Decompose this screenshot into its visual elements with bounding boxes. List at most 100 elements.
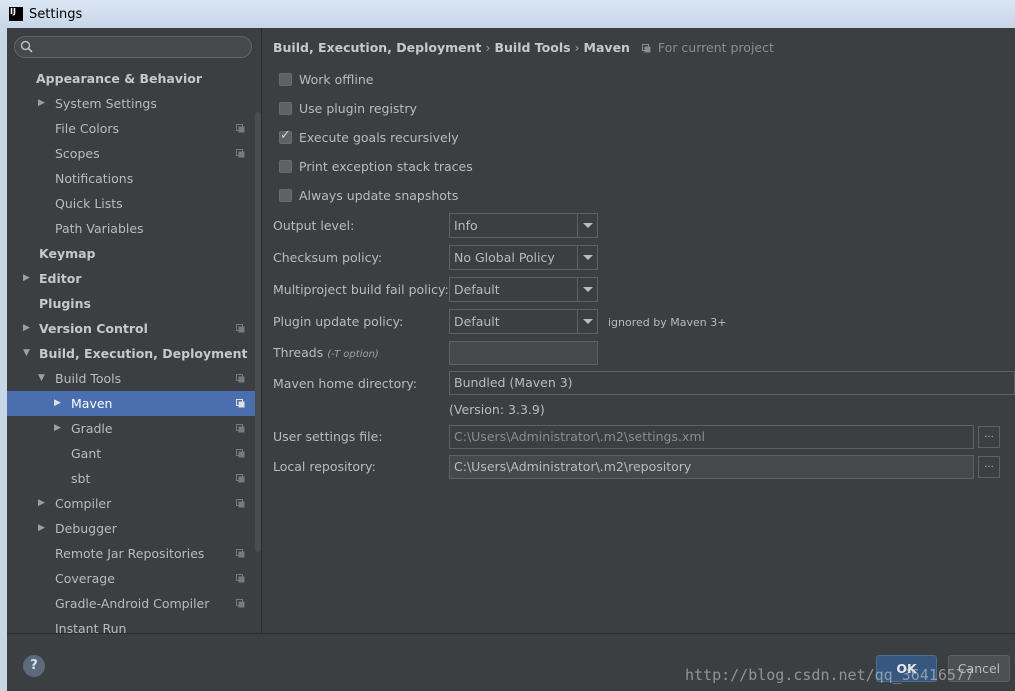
chevron-right-icon[interactable]: ▶: [38, 491, 48, 516]
breadcrumb-item-build-tools[interactable]: Build Tools: [494, 40, 570, 55]
breadcrumb-item-build-execution-deployment[interactable]: Build, Execution, Deployment: [273, 40, 481, 55]
sidebar-item-notifications[interactable]: Notifications: [7, 166, 255, 191]
sidebar-scrollbar[interactable]: [255, 112, 261, 552]
sidebar-item-build-tools[interactable]: ▼ Build Tools: [7, 366, 255, 391]
always-update-snapshots-label: Always update snapshots: [299, 187, 459, 203]
plugin-update-policy-value: Default: [454, 314, 500, 329]
sidebar-item-label: Gradle: [71, 421, 113, 436]
local-repository-input[interactable]: C:\Users\Administrator\.m2\repository: [449, 455, 974, 479]
work-offline-checkbox[interactable]: [279, 72, 292, 86]
execute-goals-recursively-label: Execute goals recursively: [299, 129, 459, 145]
threads-label: Threads (-T option): [273, 345, 379, 360]
execute-goals-recursively-checkbox[interactable]: [279, 128, 292, 144]
sidebar-item-scopes[interactable]: Scopes: [7, 141, 255, 166]
project-scope-icon: [236, 474, 245, 483]
project-scope-icon: [641, 44, 651, 53]
user-settings-file-label: User settings file:: [273, 429, 383, 444]
always-update-snapshots-option[interactable]: Always update snapshots: [279, 186, 458, 204]
window-title: Settings: [29, 6, 83, 22]
local-repository-browse-button[interactable]: ...: [978, 456, 1000, 478]
work-offline-option[interactable]: Work offline: [279, 70, 373, 88]
chevron-right-icon[interactable]: ▶: [54, 416, 64, 441]
project-scope-icon: [236, 324, 245, 333]
checksum-policy-select[interactable]: No Global Policy: [449, 245, 598, 270]
output-level-label: Output level:: [273, 218, 355, 233]
sidebar-item-appearance-behavior[interactable]: Appearance & Behavior: [7, 66, 255, 91]
sidebar-item-path-variables[interactable]: Path Variables: [7, 216, 255, 241]
execute-goals-recursively-option[interactable]: Execute goals recursively: [279, 128, 459, 146]
settings-search-input[interactable]: [14, 36, 252, 58]
maven-home-label: Maven home directory:: [273, 376, 418, 391]
project-scope-icon: [236, 149, 245, 158]
maven-home-input[interactable]: Bundled (Maven 3): [449, 371, 1015, 395]
sidebar-item-compiler[interactable]: ▶ Compiler: [7, 491, 255, 516]
multiproject-fail-policy-label: Multiproject build fail policy:: [273, 282, 449, 297]
multiproject-fail-policy-select[interactable]: Default: [449, 277, 598, 302]
sidebar-item-build-execution-deployment[interactable]: ▼ Build, Execution, Deployment: [7, 341, 255, 366]
sidebar-item-label: Path Variables: [55, 221, 144, 236]
sidebar-item-maven[interactable]: ▶ Maven: [7, 391, 255, 416]
chevron-down-icon[interactable]: ▼: [38, 366, 48, 391]
window-titlebar: Settings: [0, 0, 1015, 28]
scope-note: For current project: [657, 40, 774, 55]
threads-input[interactable]: [449, 341, 598, 365]
sidebar-item-label: Plugins: [39, 296, 91, 311]
sidebar-item-gradle[interactable]: ▶ Gradle: [7, 416, 255, 441]
sidebar-item-remote-jar-repositories[interactable]: Remote Jar Repositories: [7, 541, 255, 566]
sidebar-item-debugger[interactable]: ▶ Debugger: [7, 516, 255, 541]
always-update-snapshots-checkbox[interactable]: [279, 188, 292, 202]
chevron-down-icon[interactable]: [577, 310, 597, 333]
user-settings-browse-button[interactable]: ...: [978, 426, 1000, 448]
project-scope-icon: [236, 499, 245, 508]
chevron-right-icon[interactable]: ▶: [38, 516, 48, 541]
sidebar-item-gradle-android-compiler[interactable]: Gradle-Android Compiler: [7, 591, 255, 616]
print-exception-stack-traces-option[interactable]: Print exception stack traces: [279, 157, 473, 175]
settings-tree: Appearance & Behavior ▶ System Settings Fil…: [7, 66, 255, 641]
dialog-footer: ? OK Cancel http://blog.csdn.net/qq_3641…: [7, 633, 1015, 691]
print-exception-stack-traces-checkbox[interactable]: [279, 159, 292, 173]
maven-version-text: (Version: 3.3.9): [449, 402, 545, 417]
sidebar-item-file-colors[interactable]: File Colors: [7, 116, 255, 141]
project-scope-icon: [236, 124, 245, 133]
sidebar-item-gant[interactable]: Gant: [7, 441, 255, 466]
sidebar-item-label: Build, Execution, Deployment: [39, 346, 248, 361]
sidebar-item-version-control[interactable]: ▶ Version Control: [7, 316, 255, 341]
chevron-right-icon[interactable]: ▶: [23, 266, 33, 291]
sidebar-item-quick-lists[interactable]: Quick Lists: [7, 191, 255, 216]
help-button[interactable]: ?: [23, 655, 45, 677]
breadcrumb-item-maven: Maven: [583, 40, 630, 55]
sidebar-item-label: Coverage: [55, 571, 115, 586]
sidebar-item-label: Version Control: [39, 321, 148, 336]
settings-dialog: Appearance & Behavior ▶ System Settings Fil…: [7, 28, 1015, 691]
chevron-right-icon[interactable]: ▶: [54, 391, 64, 416]
sidebar-item-coverage[interactable]: Coverage: [7, 566, 255, 591]
threads-hint: (-T option): [327, 349, 379, 360]
chevron-right-icon[interactable]: ▶: [23, 316, 33, 341]
plugin-update-policy-select[interactable]: Default: [449, 309, 598, 334]
use-plugin-registry-option[interactable]: Use plugin registry: [279, 99, 417, 117]
chevron-right-icon[interactable]: ▶: [38, 91, 48, 116]
use-plugin-registry-checkbox[interactable]: [279, 101, 292, 115]
project-scope-icon: [236, 599, 245, 608]
project-scope-icon: [236, 374, 245, 383]
sidebar-item-plugins[interactable]: Plugins: [7, 291, 255, 316]
maven-settings-panel: Build, Execution, Deployment › Build Tools…: [263, 28, 1015, 633]
plugin-update-policy-note: ignored by Maven 3+: [608, 316, 727, 329]
project-scope-icon: [236, 399, 245, 408]
sidebar-item-sbt[interactable]: sbt: [7, 466, 255, 491]
threads-label-text: Threads: [273, 345, 324, 360]
sidebar-item-keymap[interactable]: Keymap: [7, 241, 255, 266]
breadcrumb-separator: ›: [485, 40, 491, 55]
chevron-down-icon[interactable]: [577, 278, 597, 301]
chevron-down-icon[interactable]: [577, 246, 597, 269]
chevron-down-icon[interactable]: ▼: [23, 341, 33, 366]
sidebar-item-editor[interactable]: ▶ Editor: [7, 266, 255, 291]
chevron-down-icon[interactable]: [577, 214, 597, 237]
project-scope-icon: [236, 449, 245, 458]
sidebar-item-system-settings[interactable]: ▶ System Settings: [7, 91, 255, 116]
output-level-select[interactable]: Info: [449, 213, 598, 238]
sidebar-item-label: Maven: [71, 396, 113, 411]
breadcrumb: Build, Execution, Deployment › Build Tools…: [273, 40, 774, 55]
project-scope-icon: [236, 574, 245, 583]
user-settings-file-input[interactable]: C:\Users\Administrator\.m2\settings.xml: [449, 425, 974, 449]
